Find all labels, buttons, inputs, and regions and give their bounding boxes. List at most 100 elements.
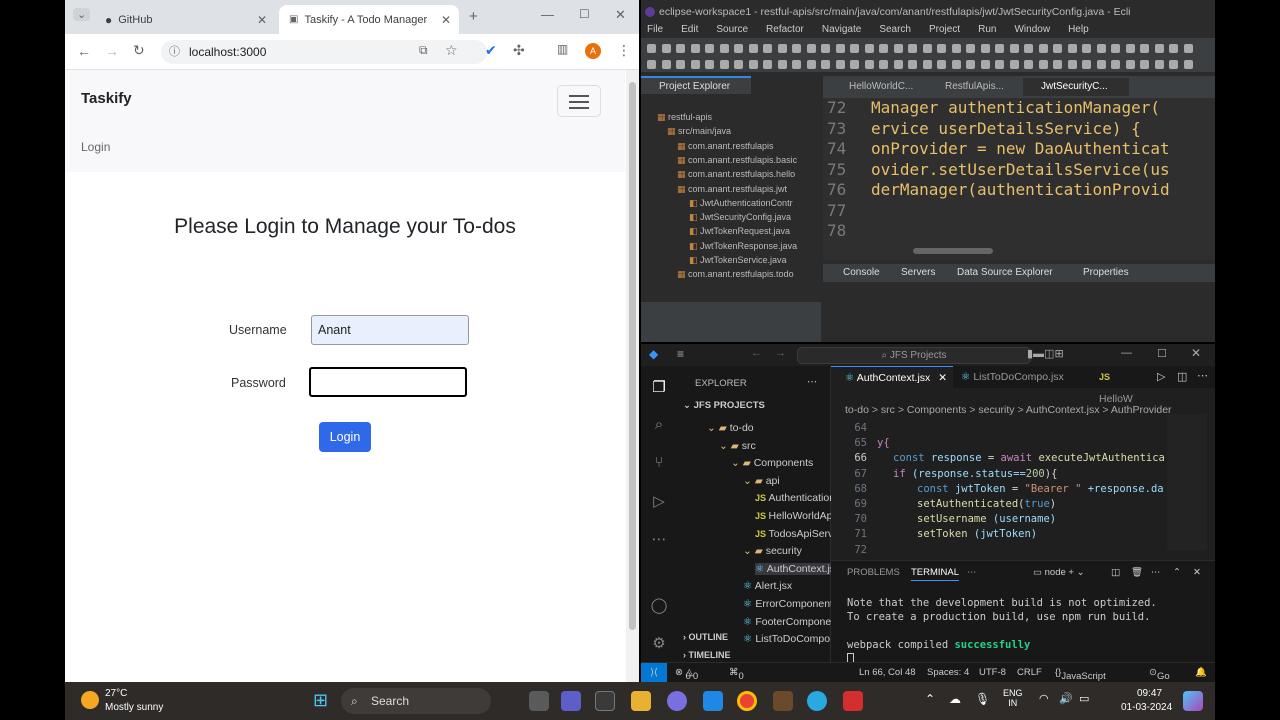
project-tree-item[interactable]: ▦ com.anant.restfulapis xyxy=(677,141,774,152)
timeline-section[interactable]: › TIMELINE xyxy=(683,650,731,660)
line-ending[interactable]: CRLF xyxy=(1017,667,1042,678)
forward-icon[interactable]: → xyxy=(105,43,119,59)
install-icon[interactable]: ⧉ xyxy=(419,43,428,58)
nav-login-link[interactable]: Login xyxy=(81,140,110,154)
toolbar-tool-icon[interactable] xyxy=(705,60,714,69)
toolbar-tool-icon[interactable] xyxy=(763,60,772,69)
toolbar-tool-icon[interactable] xyxy=(1125,44,1135,53)
toolbar-tool-icon[interactable] xyxy=(893,44,903,53)
toolbar-tool-icon[interactable] xyxy=(792,60,801,69)
weather-temp[interactable]: 27°C xyxy=(105,688,127,699)
toolbar-tool-icon[interactable] xyxy=(980,44,990,53)
app-icon[interactable] xyxy=(807,691,827,711)
profile-avatar[interactable]: A xyxy=(585,43,601,59)
scrollbar-thumb[interactable] xyxy=(629,82,636,630)
toolbar-tool-icon[interactable] xyxy=(1038,44,1048,53)
toolbar-tool-icon[interactable] xyxy=(647,44,656,53)
more-icon[interactable]: ⋯ xyxy=(650,530,668,548)
project-tree-item[interactable]: ◧ JwtSecurityConfig.java xyxy=(689,212,791,223)
menu-icon[interactable]: ≡ xyxy=(677,347,684,361)
maximize-icon[interactable]: ☐ xyxy=(579,7,590,21)
source-control-icon[interactable]: ⑂ xyxy=(650,454,668,472)
close-icon[interactable]: ✕ xyxy=(938,367,947,389)
toolbar-tool-icon[interactable] xyxy=(1024,60,1033,69)
wifi-icon[interactable]: ◠ xyxy=(1039,692,1049,705)
task-view-icon[interactable] xyxy=(529,691,549,711)
notifications-icon[interactable]: 🔔 xyxy=(1195,667,1207,678)
toolbar-tool-icon[interactable] xyxy=(734,60,743,69)
minimap[interactable] xyxy=(1167,414,1207,550)
toolbar-tool-icon[interactable] xyxy=(879,60,888,69)
toolbar-tool-icon[interactable] xyxy=(1082,60,1091,69)
toolbar-tool-icon[interactable] xyxy=(1183,60,1193,69)
toolbar-tool-icon[interactable] xyxy=(748,60,758,69)
toolbar-tool-icon[interactable] xyxy=(1067,60,1077,69)
toolbar-tool-icon[interactable] xyxy=(821,44,830,53)
toolbar-tool-icon[interactable] xyxy=(893,60,903,69)
toolbar-tool-icon[interactable] xyxy=(1053,60,1062,69)
kill-terminal-icon[interactable]: 🗑 xyxy=(1131,567,1143,578)
toolbar-tool-icon[interactable] xyxy=(821,60,830,69)
toolbar-tool-icon[interactable] xyxy=(1111,44,1120,53)
encoding[interactable]: UTF-8 xyxy=(979,667,1006,678)
run-icon[interactable]: ▷ xyxy=(1157,370,1165,383)
toolbar-tool-icon[interactable] xyxy=(922,60,932,69)
project-tree-item[interactable]: ◧ JwtTokenService.java xyxy=(689,255,787,266)
language-indicator[interactable]: ENG IN xyxy=(1003,688,1023,708)
maximize-panel-icon[interactable]: ⌃ xyxy=(1173,567,1181,578)
menu-kebab-icon[interactable]: ⋮ xyxy=(617,42,631,59)
layout-icon[interactable]: ▮▬◫⊞ xyxy=(1027,347,1064,360)
toolbar-tool-icon[interactable] xyxy=(719,60,729,69)
file-tree-item[interactable]: ⚛ Alert.jsx xyxy=(743,580,792,592)
window-close-icon[interactable]: ✕ xyxy=(615,7,626,23)
eclipse-app-icon[interactable] xyxy=(667,691,687,711)
go-live-button[interactable]: ⊙ Go Live xyxy=(1149,667,1170,682)
eclipse-menu-navigate[interactable]: Navigate xyxy=(822,24,861,35)
eclipse-menu-edit[interactable]: Edit xyxy=(681,24,698,35)
language-mode[interactable]: {} JavaScript JSX xyxy=(1055,667,1106,682)
breadcrumb[interactable]: to-do > src > Components > security > Au… xyxy=(845,404,1172,416)
toolbar-tool-icon[interactable] xyxy=(763,44,772,53)
outline-section[interactable]: › OUTLINE xyxy=(683,632,728,642)
file-tree-item[interactable]: ⚛ ErrorComponent.... xyxy=(743,598,845,610)
extension-check-icon[interactable]: ✔ xyxy=(485,42,497,59)
toolbar-tool-icon[interactable] xyxy=(661,60,671,69)
editor-tab-restfulapis[interactable]: RestfulApis... xyxy=(927,78,1019,96)
remote-icon[interactable]: ⟩⟨ xyxy=(641,663,667,682)
clock-date[interactable]: 01-03-2024 xyxy=(1121,702,1172,713)
close-panel-icon[interactable]: ✕ xyxy=(1193,567,1201,578)
toolbar-tool-icon[interactable] xyxy=(879,44,888,53)
site-info-icon[interactable]: ⓘ xyxy=(169,40,180,64)
tab-helloworld[interactable]: JS HelloW xyxy=(1091,366,1153,405)
battery-icon[interactable]: ▭ xyxy=(1079,692,1089,705)
clock-time[interactable]: 09:47 xyxy=(1137,688,1162,699)
app-icon[interactable] xyxy=(773,691,793,711)
mic-icon[interactable]: 🎙 xyxy=(975,692,990,706)
project-tree-item[interactable]: ◧ JwtAuthenticationContr xyxy=(689,198,793,209)
toolbar-tool-icon[interactable] xyxy=(1067,44,1077,53)
toolbar-tool-icon[interactable] xyxy=(1038,60,1048,69)
command-center-search[interactable]: ⌕ JFS Projects xyxy=(797,347,1031,364)
split-terminal-icon[interactable]: ◫ xyxy=(1111,567,1120,578)
editor-tab-jwtsecurityconfig[interactable]: JwtSecurityC... xyxy=(1023,78,1129,96)
toolbar-tool-icon[interactable] xyxy=(1096,44,1106,53)
toolbar-tool-icon[interactable] xyxy=(1140,44,1149,53)
vs-maximize-icon[interactable]: ☐ xyxy=(1157,347,1167,360)
toolbar-tool-icon[interactable] xyxy=(647,60,656,69)
toolbar-tool-icon[interactable] xyxy=(719,44,729,53)
toolbar-tool-icon[interactable] xyxy=(1009,60,1019,69)
toolbar-tool-icon[interactable] xyxy=(951,60,961,69)
toolbar-tool-icon[interactable] xyxy=(705,44,714,53)
project-explorer-tab[interactable]: Project Explorer xyxy=(641,76,751,94)
explorer-icon[interactable]: ❐ xyxy=(650,378,668,396)
back-icon[interactable]: ← xyxy=(77,43,91,59)
toolbar-tool-icon[interactable] xyxy=(748,44,758,53)
gear-icon[interactable]: ⚙ xyxy=(650,634,668,652)
toolbar-tool-icon[interactable] xyxy=(734,44,743,53)
bookmark-star-icon[interactable]: ☆ xyxy=(445,42,458,59)
eclipse-menu-help[interactable]: Help xyxy=(1068,24,1089,35)
toolbar-tool-icon[interactable] xyxy=(1183,44,1193,53)
workspace-root[interactable]: ⌄ JFS PROJECTS xyxy=(683,400,765,411)
data-source-explorer-tab[interactable]: Data Source Explorer xyxy=(957,267,1053,278)
cursor-position[interactable]: Ln 66, Col 48 xyxy=(859,667,916,678)
